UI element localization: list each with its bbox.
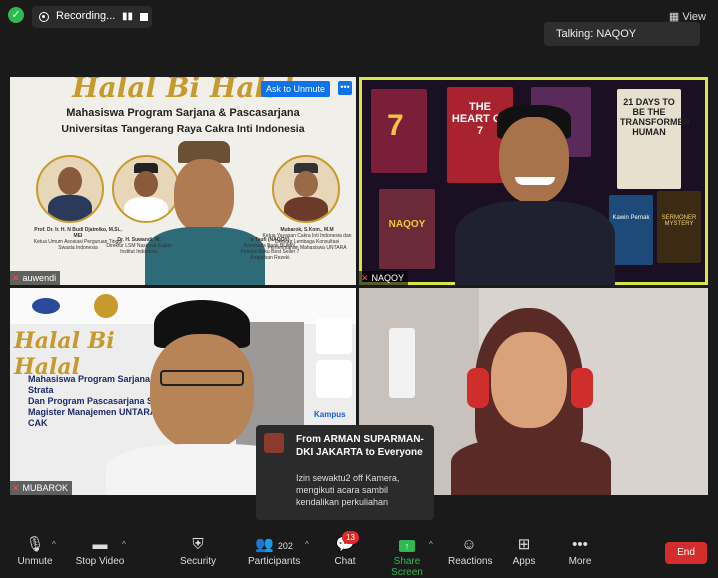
apps-label: Apps	[512, 556, 536, 567]
more-button[interactable]: ••• More	[566, 528, 594, 574]
talking-indicator: Talking: NAQOY	[544, 22, 700, 46]
share-screen-button[interactable]: ↑ Share Screen	[380, 528, 434, 578]
speaker-photo-2	[112, 155, 180, 223]
banner-subtitle-1: Mahasiswa Program Sarjana & Pascasarjana	[66, 107, 300, 119]
stop-video-label: Stop Video	[75, 556, 125, 567]
shield-icon: ⛨	[192, 536, 204, 553]
speaker-photo-4	[272, 155, 340, 223]
speaker-photo-1	[36, 155, 104, 223]
chat-button[interactable]: 💬 13 Chat	[328, 528, 362, 574]
reactions-label: Reactions	[448, 556, 493, 567]
recording-icon	[39, 12, 49, 22]
muted-mic-icon: ✕	[12, 483, 20, 493]
book-cover-6: Kawin Pernak	[609, 195, 653, 265]
reactions-button[interactable]: ☺ Reactions	[448, 528, 493, 574]
kampus-label: Kampus	[314, 410, 346, 419]
pause-recording-icon[interactable]: ▮▮	[122, 11, 133, 22]
book-cover-4: 21 DAYS TO BE THE TRANSFORMER HUMAN	[617, 89, 690, 189]
chat-message: Izin sewaktu2 off Kamera, mengikuti acar…	[296, 473, 400, 507]
reactions-icon: ☺	[461, 536, 477, 553]
security-button[interactable]: ⛨ Security	[176, 528, 220, 574]
participants-count: 202	[277, 541, 293, 551]
video-options-chevron-icon[interactable]: ^	[122, 540, 126, 549]
participants-icon: 👥 202	[255, 536, 293, 553]
share-screen-label: Share Screen	[391, 556, 423, 578]
speaker-4-info: Mubarok, S.Kom., M.M Ketua Yayasan Cakra …	[262, 227, 352, 251]
apps-icon: ⊞	[517, 536, 531, 553]
tile-more-button[interactable]: •••	[338, 81, 352, 95]
participants-label: Participants	[248, 556, 301, 567]
end-meeting-button[interactable]: End	[665, 542, 707, 564]
chat-avatar	[264, 433, 284, 453]
participant-name-tag: ✕ NAQOY	[359, 271, 409, 285]
garuda-emblem-icon	[94, 294, 118, 318]
video-camera-icon: ▬	[92, 536, 108, 553]
security-shield-icon[interactable]: ✓	[8, 7, 24, 23]
speaker-2-info: Dr. H. Suwandi, M. Direktur LSM Nasional …	[106, 237, 172, 255]
security-label: Security	[179, 556, 217, 567]
video-tile-auwendi[interactable]: Halal Bi Halal Mahasiswa Program Sarjana…	[10, 77, 356, 285]
share-options-chevron-icon[interactable]: ^	[429, 540, 433, 549]
apps-button[interactable]: ⊞ Apps	[510, 528, 538, 574]
chat-unread-badge: 13	[342, 531, 359, 544]
participants-button[interactable]: 👥 202 Participants	[248, 528, 300, 574]
chat-sender: From ARMAN SUPARMAN-DKI JAKARTA to Every…	[296, 434, 424, 458]
chat-label: Chat	[334, 556, 356, 567]
meeting-toolbar: 🎙 Unmute ^ ▬ Stop Video ^ ⛨ Security 👥 2…	[0, 528, 718, 578]
stop-video-button[interactable]: ▬ Stop Video	[72, 528, 128, 574]
audio-options-chevron-icon[interactable]: ^	[52, 540, 56, 549]
video-tile-naqoy[interactable]: 7 THE HEART OF 7 21 DAYS TO BE THE TRANS…	[359, 77, 708, 285]
banner-subtitle-2: Universitas Tangerang Raya Cakra Inti In…	[61, 123, 305, 135]
book-cover-1: 7	[371, 89, 427, 173]
kemdikbud-logo-icon	[316, 318, 352, 354]
recording-indicator: Recording... ▮▮	[32, 6, 152, 28]
unmute-button[interactable]: 🎙 Unmute	[10, 528, 60, 574]
banner-title: Halal Bi Halal	[14, 328, 115, 380]
participants-chevron-icon[interactable]: ^	[305, 540, 309, 549]
chat-notification[interactable]: From ARMAN SUPARMAN-DKI JAKARTA to Every…	[256, 425, 434, 520]
muted-mic-icon: ✕	[12, 273, 20, 283]
book-cover-7: SERMONER MYSTERY	[657, 191, 701, 263]
more-dots-icon: •••	[572, 536, 588, 553]
untara-logo-icon	[316, 360, 352, 398]
participant-name-tag: ✕ auwendi	[10, 271, 61, 285]
headphone-right-icon	[571, 368, 593, 408]
share-screen-icon: ↑	[380, 534, 434, 556]
stop-recording-icon[interactable]	[140, 13, 148, 21]
recording-label: Recording...	[56, 10, 116, 22]
university-logo-icon	[32, 298, 60, 314]
headphone-left-icon	[467, 368, 489, 408]
background-socket	[389, 328, 415, 398]
more-label: More	[568, 556, 592, 567]
muted-mic-icon: ✕	[361, 273, 369, 283]
book-cover-5: NAQOY	[379, 189, 435, 269]
ask-to-unmute-button[interactable]: Ask to Unmute	[260, 81, 330, 97]
unmute-label: Unmute	[17, 556, 53, 567]
participant-name-tag: ✕ MUBAROK	[10, 481, 73, 495]
